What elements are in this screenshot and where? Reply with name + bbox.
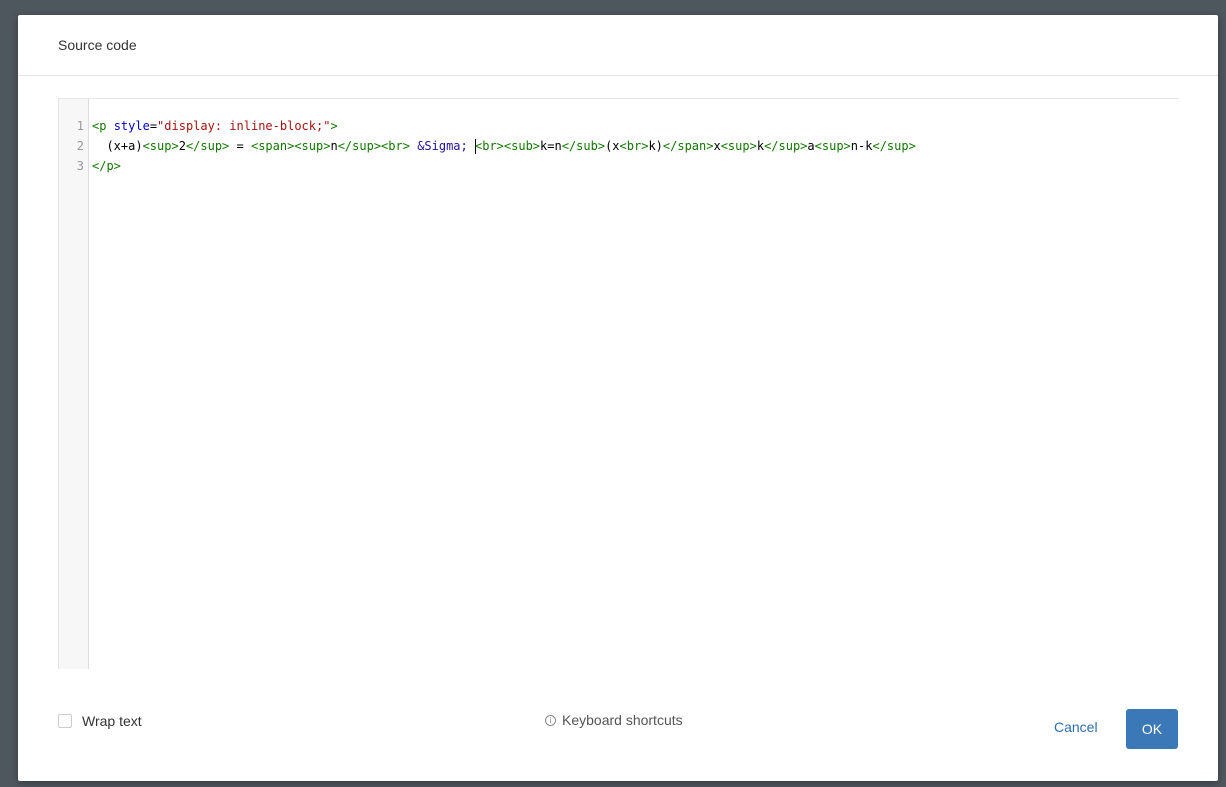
code-tag-token: </p> (92, 159, 121, 173)
line-number: 2 (76, 139, 84, 153)
code-tag-token: </sup><br> (337, 139, 410, 153)
wrap-text-label: Wrap text (82, 713, 142, 729)
code-tag-token: <p (92, 119, 107, 133)
line-number: 3 (76, 159, 84, 173)
keyboard-shortcuts-link[interactable]: i Keyboard shortcuts (545, 712, 683, 728)
code-text-token: k=n (540, 139, 562, 153)
code-tag-token: <sup> (814, 139, 851, 153)
code-tag-token: </sub> (561, 139, 606, 153)
code-tag-token: </sup> (185, 139, 230, 153)
keyboard-shortcuts-label: Keyboard shortcuts (562, 712, 683, 728)
code-line[interactable]: (x+a)<sup>2</sup> = <span><sup>n</sup><b… (92, 136, 916, 156)
code-text-token: n (330, 139, 338, 153)
code-tag-token: </sup> (872, 139, 916, 153)
code-text-token: 2 (178, 139, 186, 153)
dialog-header: Source code (18, 15, 1218, 76)
code-line[interactable]: </p> (92, 156, 121, 176)
ok-button[interactable]: OK (1126, 709, 1178, 749)
wrap-text-checkbox[interactable] (58, 714, 72, 728)
cancel-button[interactable]: Cancel (1054, 719, 1098, 735)
code-text-token: (x (605, 139, 620, 153)
code-line[interactable]: <p style="display: inline-block;"> (92, 116, 338, 136)
code-text-token: a (807, 139, 815, 153)
code-text-token: n-k (850, 139, 873, 153)
dialog-footer: Wrap text i Keyboard shortcuts Cancel OK (18, 705, 1218, 755)
code-entity-token: &Sigma; (417, 139, 468, 153)
code-tag-token: <br> (619, 139, 649, 153)
code-tag-token: </span> (662, 139, 714, 153)
code-text-token: k) (648, 139, 663, 153)
code-text-token: x (713, 139, 721, 153)
code-attr-token: style (113, 119, 150, 133)
source-code-dialog: Source code 1 2 3 <p style="display: inl… (18, 15, 1218, 781)
code-tag-token: > (330, 119, 338, 133)
code-text-token: k (756, 139, 765, 153)
line-number: 1 (76, 119, 84, 133)
code-text-token: = (149, 119, 158, 133)
code-text-token: (x+a) (92, 139, 143, 153)
dialog-title: Source code (58, 37, 137, 53)
wrap-text-toggle[interactable]: Wrap text (58, 713, 142, 729)
code-editor[interactable]: 1 2 3 <p style="display: inline-block;">… (58, 98, 1179, 669)
code-text-token: = (229, 139, 251, 153)
code-tag-token: <sup> (142, 139, 179, 153)
info-icon: i (545, 714, 556, 726)
code-tag-token: <br><sub> (475, 139, 541, 153)
code-tag-token: <sup> (720, 139, 757, 153)
line-number-gutter: 1 2 3 (59, 99, 89, 669)
code-tag-token: </sup> (764, 139, 808, 153)
code-tag-token: <span><sup> (250, 139, 331, 153)
code-string-token: "display: inline-block;" (157, 119, 331, 133)
